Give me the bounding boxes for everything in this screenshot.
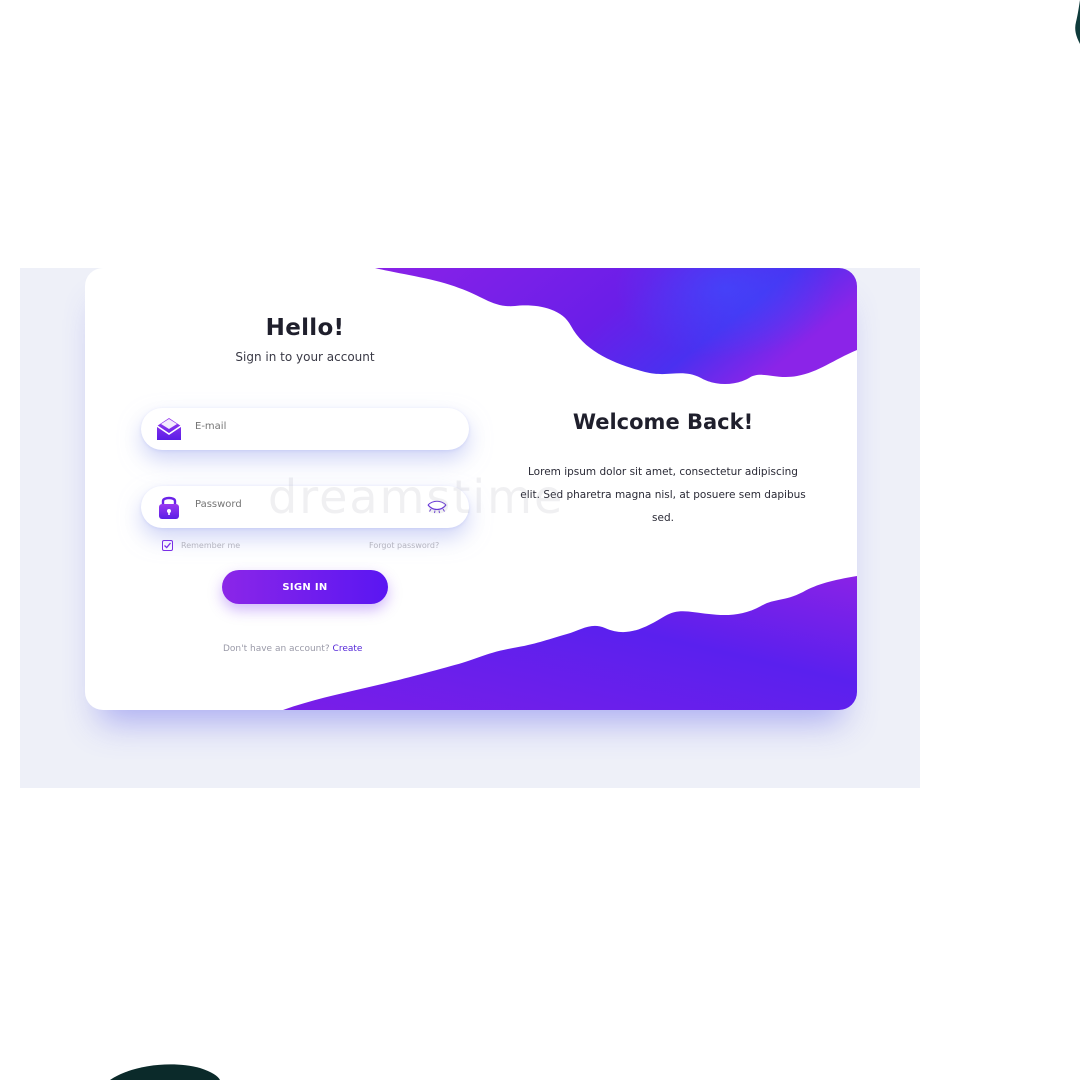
remember-label: Remember me: [181, 541, 241, 550]
envelope-icon: [155, 416, 183, 442]
corner-shape-bottom-left: [110, 1064, 220, 1080]
forgot-password-link[interactable]: Forgot password?: [369, 541, 439, 550]
no-account-text: Don't have an account?: [223, 644, 330, 654]
email-input[interactable]: [195, 421, 395, 432]
watermark: dreamstime: [268, 470, 565, 524]
email-field[interactable]: [141, 408, 469, 450]
remember-checkbox[interactable]: [162, 540, 173, 551]
welcome-title: Welcome Back!: [572, 410, 754, 434]
check-icon: [164, 542, 172, 549]
login-title: Hello!: [265, 315, 345, 341]
login-subtitle: Sign in to your account: [235, 350, 375, 364]
create-account-line: Don't have an account? Create: [223, 644, 362, 654]
lock-icon: [155, 494, 183, 520]
sign-in-button[interactable]: SIGN IN: [222, 570, 388, 604]
corner-shape-top-right: [1075, 0, 1080, 44]
create-account-link[interactable]: Create: [333, 644, 363, 654]
remember-me[interactable]: Remember me: [162, 540, 240, 551]
